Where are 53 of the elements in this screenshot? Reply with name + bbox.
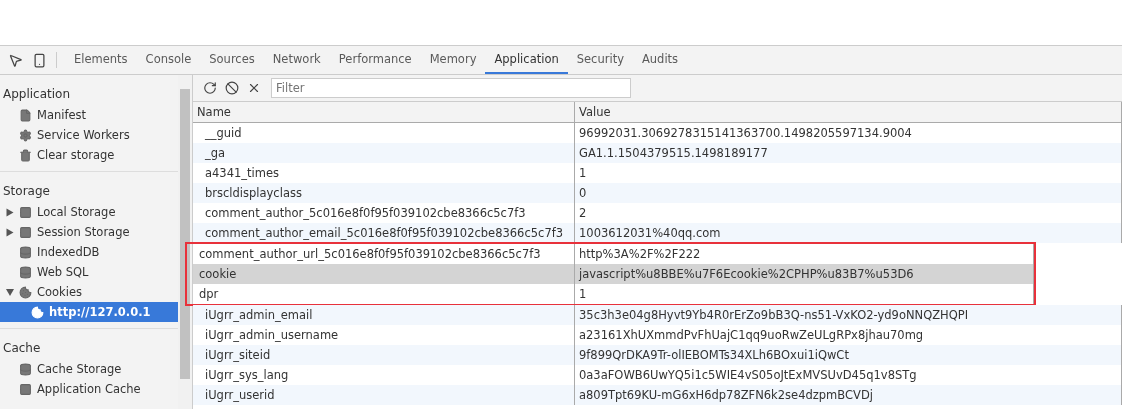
section-title: Cache [2, 340, 42, 357]
panel-tab[interactable]: Network [263, 46, 330, 74]
scrollbar[interactable] [178, 75, 193, 409]
sidebar-item[interactable]: Cookies [0, 282, 178, 302]
table-row[interactable]: iUgrr_admin_email 35c3h3e04g8Hyvt9Yb4R0rErZo9bB3Q-ns51-VxKO2-yd9oNNQZHQPI [193, 305, 1122, 325]
panel-tab[interactable]: Console [136, 46, 201, 74]
expand-triangle-icon[interactable] [6, 228, 14, 236]
table-row[interactable]: iUgrr_siteid 9f899QrDKA9Tr-olIEBOMTs34XLh6BOxui1iQwCt [193, 345, 1122, 365]
expand-triangle-icon[interactable] [6, 208, 14, 216]
gear-icon [19, 128, 32, 142]
column-header[interactable]: Value [575, 102, 1122, 122]
panel-tab[interactable]: Sources [200, 46, 264, 74]
sidebar-item[interactable]: http://127.0.0.1 [0, 302, 178, 322]
sidebar-item[interactable]: Cache Storage [0, 359, 178, 379]
device-icon[interactable] [31, 52, 47, 68]
panel-tab[interactable]: Audits [632, 46, 688, 74]
name-cell: dpr [193, 284, 575, 304]
panel-tab[interactable]: Elements [65, 46, 137, 74]
sidebar-item[interactable]: IndexedDB [0, 242, 178, 262]
refresh-icon[interactable] [201, 79, 219, 97]
sidebar-item[interactable]: Web SQL [0, 262, 178, 282]
cookie-icon [31, 305, 44, 319]
sidebar-item[interactable]: Service Workers [0, 125, 178, 145]
trash-icon [19, 148, 32, 162]
section-title: Application [2, 86, 72, 103]
file-icon [19, 108, 32, 122]
sidebar-item[interactable]: Local Storage [0, 202, 178, 222]
sidebar-item[interactable]: Application Cache [0, 379, 178, 399]
panel-tab[interactable]: Memory [420, 46, 486, 74]
filter-field[interactable]: Filter [271, 78, 631, 98]
column-header[interactable]: Name [193, 102, 575, 122]
database-icon [19, 265, 32, 279]
name-cell: comment_author_email_5c016e8f0f95f039102cbe8366c5c7f3 [193, 223, 575, 243]
value-cell: 1 [575, 284, 1034, 304]
inspect-icon[interactable] [7, 52, 23, 68]
cookie-icon [19, 285, 32, 299]
sidebar-item[interactable]: Session Storage [0, 222, 178, 242]
panel-tab[interactable]: Security [567, 46, 633, 74]
database-icon [19, 362, 32, 376]
database-icon [19, 245, 32, 259]
table-row[interactable]: _ga GA1.1.1504379515.1498189177 [193, 143, 1122, 163]
value-cell: 1003612031%40qq.com [575, 223, 1122, 243]
panel-tab[interactable]: Performance [329, 46, 421, 74]
table-row[interactable]: iUgrr_userid a809Tpt69KU-mG6xH6dp78ZFN6k2se4dzpmBCVDj [193, 385, 1122, 405]
table-row[interactable]: brscldisplayclass 0 [193, 183, 1122, 203]
table-row[interactable]: comment_author_email_5c016e8f0f95f039102cbe8366c5c7f3 1003612031%40qq.com [193, 223, 1122, 243]
section-title: Storage [2, 183, 51, 200]
name-cell: iUgrr_userid [193, 385, 575, 405]
sidebar-item[interactable]: Manifest [0, 105, 178, 125]
table-row[interactable]: cookie javascript%u8BBE%u7F6Ecookie%2CPHP%u83B7%u53D6 [193, 264, 1034, 284]
sidebar-item[interactable]: Clear storage [0, 145, 178, 165]
value-cell: a809Tpt69KU-mG6xH6dp78ZFN6k2se4dzpmBCVDj [575, 385, 1122, 405]
clear-icon[interactable] [223, 79, 241, 97]
